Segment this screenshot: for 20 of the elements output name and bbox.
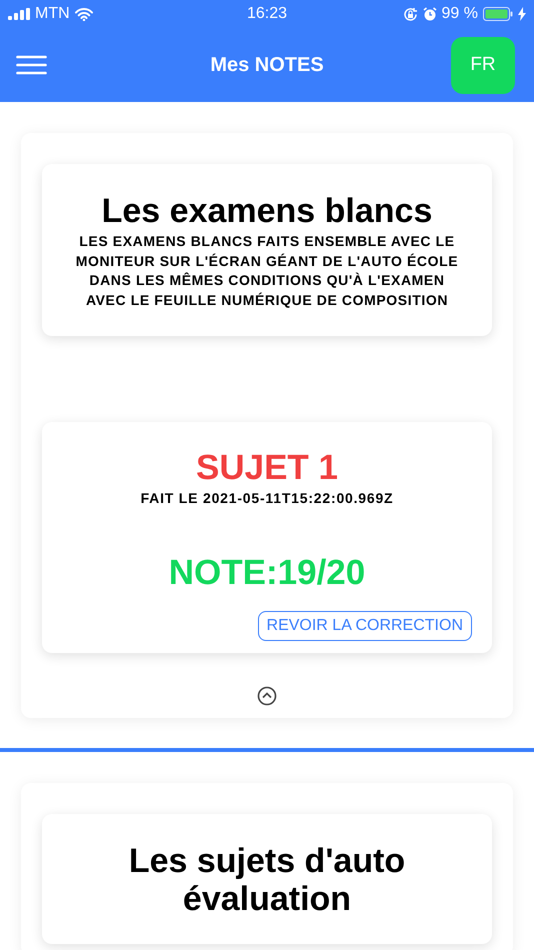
menu-icon[interactable] — [16, 55, 47, 75]
alarm-icon — [422, 7, 437, 21]
signal-icon — [8, 8, 30, 20]
language-button[interactable]: FR — [450, 36, 515, 94]
wifi-icon — [74, 8, 93, 20]
section-title: Les sujets d'auto évaluation — [128, 842, 406, 918]
section-title: Les examens blancs — [100, 192, 434, 230]
rotation-lock-icon — [402, 6, 418, 22]
exam-date: FAIT LE 2021-05-11T15:22:00.969Z — [140, 490, 394, 506]
clock-time: 16:23 — [246, 5, 288, 23]
collapse-icon[interactable] — [257, 686, 277, 706]
charging-icon — [518, 7, 526, 21]
battery-icon — [483, 7, 513, 21]
carrier-name: MTN — [35, 5, 70, 23]
subject-title: SUJET 1 — [195, 448, 339, 488]
section-description: LES EXAMENS BLANCS FAITS ENSEMBLE AVEC LE MONITEUR SUR L'ÉCRAN GÉANT DE L'AUTO ÉCOLE DANS LES MÊMES CONDITIONS QU'À L'EXAMEN AVEC LE FEUILLE NUMÉRIQUE DE COMPOSITION — [74, 232, 460, 310]
score-text: NOTE:19/20 — [168, 553, 366, 593]
page-title: Mes NOTES — [210, 54, 324, 76]
battery-percent: 99 % — [442, 5, 478, 23]
review-correction-button[interactable]: REVOIR LA CORRECTION — [258, 611, 472, 641]
